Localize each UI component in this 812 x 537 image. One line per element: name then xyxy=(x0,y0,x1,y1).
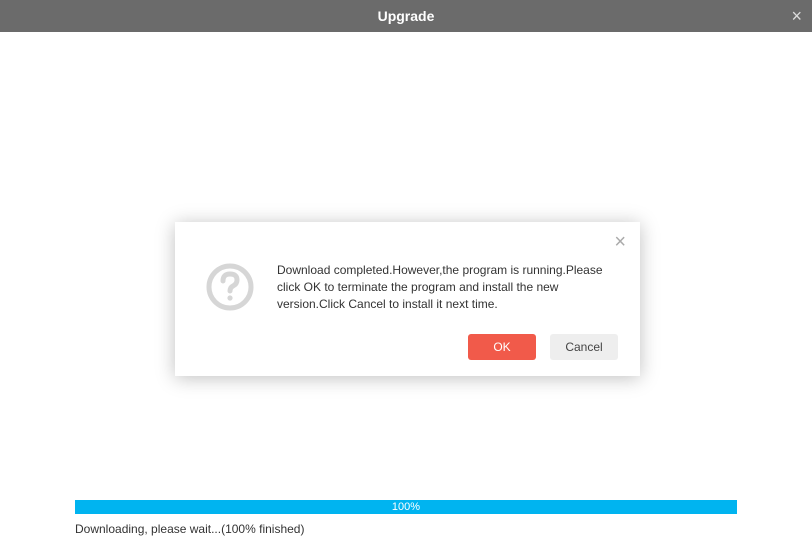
question-icon xyxy=(205,262,255,312)
close-icon[interactable]: × xyxy=(791,7,802,25)
progress-bar: 100% xyxy=(75,500,737,514)
progress-percent: 100% xyxy=(392,501,420,513)
progress-status-text: Downloading, please wait...(100% finishe… xyxy=(75,522,737,536)
confirm-dialog: × Download completed.However,the program… xyxy=(175,222,640,376)
ok-button[interactable]: OK xyxy=(468,334,536,360)
dialog-body: Download completed.However,the program i… xyxy=(197,262,618,312)
content-area: 100% Downloading, please wait...(100% fi… xyxy=(0,32,812,537)
dialog-message: Download completed.However,the program i… xyxy=(277,262,618,312)
window-title: Upgrade xyxy=(378,8,435,24)
cancel-button[interactable]: Cancel xyxy=(550,334,618,360)
titlebar: Upgrade × xyxy=(0,0,812,32)
dialog-close-icon[interactable]: × xyxy=(614,232,626,252)
progress-area: 100% Downloading, please wait...(100% fi… xyxy=(75,500,737,536)
dialog-actions: OK Cancel xyxy=(197,334,618,360)
